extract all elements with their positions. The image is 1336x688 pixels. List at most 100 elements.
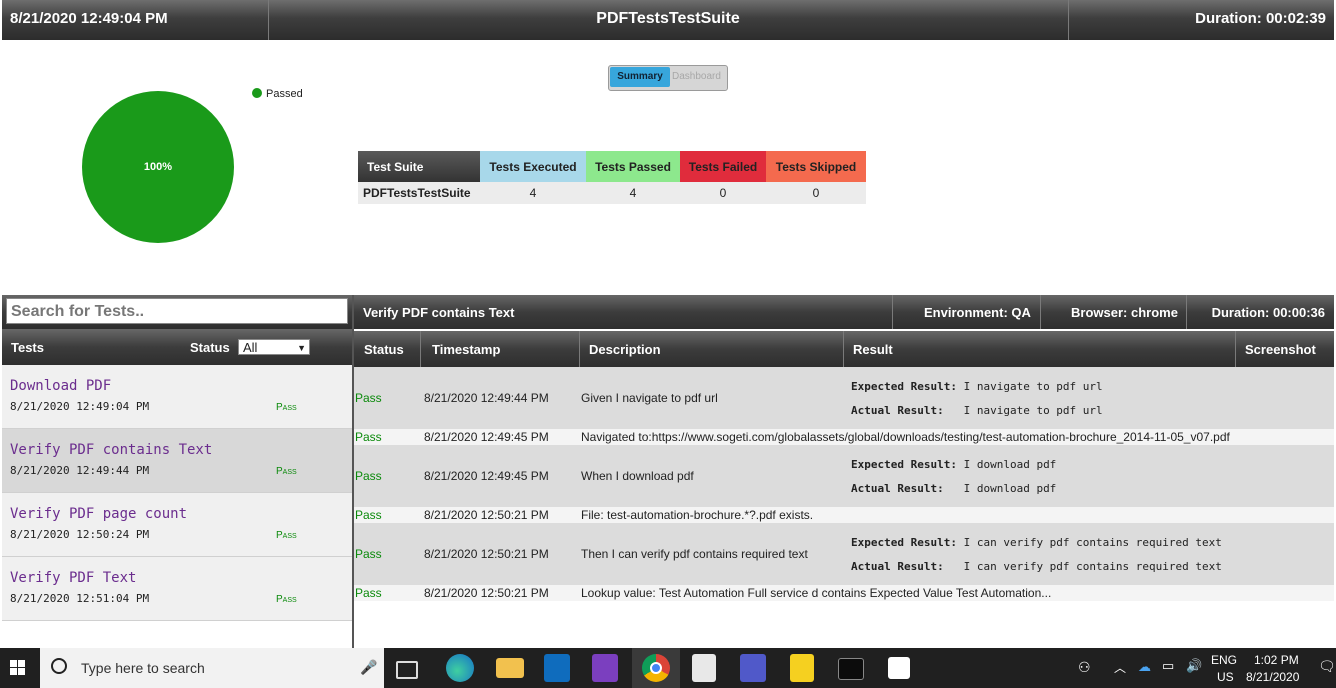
task-view-icon[interactable] bbox=[396, 661, 418, 679]
step-time: 8/21/2020 12:49:44 PM bbox=[424, 391, 549, 405]
outlook-icon[interactable] bbox=[544, 654, 570, 682]
step-description: File: test-automation-brochure.*?.pdf ex… bbox=[581, 508, 814, 522]
skipped-count: 0 bbox=[766, 182, 866, 204]
expected-result: Expected Result: I download pdf bbox=[851, 458, 1057, 471]
chevron-down-icon: ▼ bbox=[297, 343, 306, 353]
column-divider bbox=[1235, 331, 1236, 367]
step-time: 8/21/2020 12:50:21 PM bbox=[424, 547, 549, 561]
test-item[interactable]: Verify PDF Text 8/21/2020 12:51:04 PM Pa… bbox=[2, 557, 352, 621]
search-tests-input[interactable]: Search for Tests.. bbox=[6, 298, 348, 324]
step-description: Navigated to:https://www.sogeti.com/glob… bbox=[581, 430, 1230, 444]
dashboard-toggle-button[interactable]: Dashboard bbox=[668, 67, 725, 87]
col-screenshot: Screenshot bbox=[1245, 342, 1316, 357]
step-status: Pass bbox=[355, 508, 382, 522]
step-description: Given I navigate to pdf url bbox=[581, 391, 718, 405]
file-explorer-icon[interactable] bbox=[496, 658, 524, 678]
step-time: 8/21/2020 12:50:21 PM bbox=[424, 508, 549, 522]
step-time: 8/21/2020 12:49:45 PM bbox=[424, 469, 549, 483]
suite-title: PDFTestsTestSuite bbox=[596, 10, 740, 27]
visual-studio-icon[interactable] bbox=[592, 654, 618, 682]
header-divider bbox=[1186, 295, 1187, 329]
expected-result: Expected Result: I navigate to pdf url bbox=[851, 380, 1103, 393]
step-status: Pass bbox=[355, 391, 382, 405]
column-divider bbox=[579, 331, 580, 367]
chevron-up-icon[interactable]: ︿ bbox=[1114, 659, 1126, 676]
test-name: Verify PDF Text bbox=[10, 570, 137, 586]
region-indicator: US bbox=[1217, 670, 1234, 684]
tests-column-label: Tests bbox=[11, 340, 44, 355]
tests-list: Download PDF 8/21/2020 12:49:04 PM Pass … bbox=[2, 365, 352, 688]
test-status: Pass bbox=[276, 594, 297, 605]
steps-table-header: Status Timestamp Description Result Scre… bbox=[354, 331, 1334, 367]
environment-label: Environment: QA bbox=[924, 305, 1031, 320]
notepad-plus-icon[interactable] bbox=[692, 654, 716, 682]
volume-icon[interactable]: 🔊 bbox=[1186, 658, 1202, 674]
network-icon[interactable]: ▭ bbox=[1162, 658, 1174, 674]
people-icon[interactable]: ⚇ bbox=[1078, 659, 1091, 676]
step-description: When I download pdf bbox=[581, 469, 694, 483]
test-time: 8/21/2020 12:51:04 PM bbox=[10, 592, 150, 605]
clock-time[interactable]: 1:02 PM bbox=[1254, 653, 1299, 667]
column-divider bbox=[420, 331, 421, 367]
expected-result: Expected Result: I can verify pdf contai… bbox=[851, 536, 1222, 549]
chrome-active-tile[interactable] bbox=[632, 648, 680, 688]
passed-count: 4 bbox=[586, 182, 680, 204]
col-test-suite: Test Suite bbox=[358, 151, 480, 182]
step-status: Pass bbox=[355, 469, 382, 483]
microphone-icon[interactable]: 🎤 bbox=[360, 659, 377, 676]
test-item-selected[interactable]: Verify PDF contains Text 8/21/2020 12:49… bbox=[2, 429, 352, 493]
pass-pie-chart: 100% bbox=[82, 91, 234, 243]
sticky-notes-icon[interactable] bbox=[888, 657, 910, 679]
onedrive-icon[interactable]: ☁ bbox=[1138, 659, 1151, 675]
notifications-icon[interactable]: 🗨 bbox=[1318, 658, 1336, 675]
step-row: Pass 8/21/2020 12:49:45 PM When I downlo… bbox=[354, 445, 1334, 507]
app-icon[interactable] bbox=[790, 654, 814, 682]
test-status: Pass bbox=[276, 466, 297, 477]
taskbar-search-box[interactable]: Type here to search 🎤 bbox=[40, 648, 384, 688]
windows-start-icon[interactable] bbox=[10, 660, 26, 676]
terminal-icon[interactable] bbox=[838, 658, 864, 680]
test-time: 8/21/2020 12:49:04 PM bbox=[10, 400, 150, 413]
test-time: 8/21/2020 12:50:24 PM bbox=[10, 528, 150, 541]
actual-result: Actual Result: I can verify pdf contains… bbox=[851, 560, 1222, 573]
step-row: Pass 8/21/2020 12:50:21 PM Lookup value:… bbox=[354, 585, 1334, 601]
actual-result: Actual Result: I download pdf bbox=[851, 482, 1057, 495]
total-duration: Duration: 00:02:39 bbox=[1195, 10, 1326, 27]
test-item[interactable]: Download PDF 8/21/2020 12:49:04 PM Pass bbox=[2, 365, 352, 429]
report-header: 8/21/2020 12:49:04 PM PDFTestsTestSuite … bbox=[2, 0, 1334, 40]
step-status: Pass bbox=[355, 547, 382, 561]
language-indicator[interactable]: ENG bbox=[1211, 653, 1237, 667]
step-description: Then I can verify pdf contains required … bbox=[581, 547, 808, 561]
summary-toggle-button[interactable]: Summary bbox=[610, 67, 670, 87]
col-status: Status bbox=[364, 342, 404, 357]
col-tests-skipped: Tests Skipped bbox=[766, 151, 866, 182]
col-tests-executed: Tests Executed bbox=[480, 151, 586, 182]
search-bar-area: Search for Tests.. bbox=[2, 295, 352, 329]
report-timestamp: 8/21/2020 12:49:04 PM bbox=[10, 10, 168, 27]
header-divider bbox=[1040, 295, 1041, 329]
status-filter-select[interactable]: All ▼ bbox=[238, 339, 310, 355]
step-row: Pass 8/21/2020 12:50:21 PM File: test-au… bbox=[354, 507, 1334, 523]
step-row: Pass 8/21/2020 12:49:44 PM Given I navig… bbox=[354, 367, 1334, 429]
test-time: 8/21/2020 12:49:44 PM bbox=[10, 464, 150, 477]
failed-count: 0 bbox=[680, 182, 766, 204]
test-item[interactable]: Verify PDF page count 8/21/2020 12:50:24… bbox=[2, 493, 352, 557]
pie-legend: Passed bbox=[252, 88, 303, 100]
test-duration-label: Duration: 00:00:36 bbox=[1211, 305, 1325, 320]
actual-result: Actual Result: I navigate to pdf url bbox=[851, 404, 1103, 417]
teams-icon[interactable] bbox=[740, 654, 766, 682]
suite-name-cell: PDFTestsTestSuite bbox=[358, 182, 480, 204]
step-status: Pass bbox=[355, 430, 382, 444]
col-tests-passed: Tests Passed bbox=[586, 151, 680, 182]
step-row: Pass 8/21/2020 12:50:21 PM Then I can ve… bbox=[354, 523, 1334, 585]
pie-percent-label: 100% bbox=[143, 161, 173, 173]
browser-label: Browser: chrome bbox=[1071, 305, 1178, 320]
summary-table: Test Suite Tests Executed Tests Passed T… bbox=[358, 151, 866, 204]
edge-browser-icon[interactable] bbox=[446, 654, 474, 682]
cortana-icon bbox=[51, 658, 67, 674]
test-name: Verify PDF contains Text bbox=[10, 442, 213, 458]
test-name: Verify PDF page count bbox=[10, 506, 188, 522]
test-name: Download PDF bbox=[10, 378, 112, 394]
col-description: Description bbox=[589, 342, 661, 357]
legend-label: Passed bbox=[266, 88, 303, 100]
